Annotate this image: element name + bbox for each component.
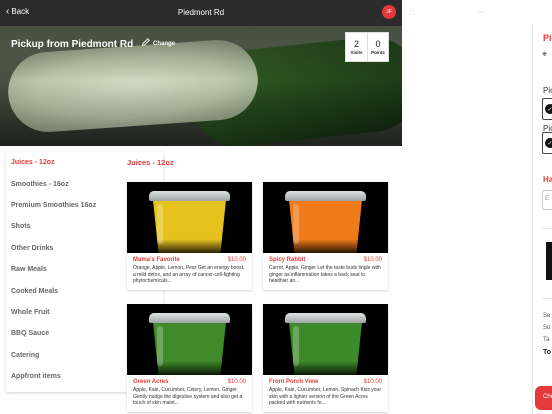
summary-line: Se — [543, 313, 551, 319]
product-image — [127, 182, 252, 253]
page-title: Piedmont Rd — [177, 8, 225, 17]
product-card[interactable]: Green Acres $10.00 Apple, Kale, Cucumber… — [127, 304, 252, 412]
summary-line: Su — [543, 325, 551, 331]
check-icon: ✓ — [545, 138, 552, 148]
avatar[interactable]: JF — [382, 5, 396, 19]
juice-cup — [153, 200, 226, 253]
visits-stat: 2 Visits — [346, 33, 367, 61]
product-price: $10.00 — [363, 257, 382, 263]
product-card[interactable]: Spicy Rabbit $10.00 Carrot, Apple, Ginge… — [263, 182, 388, 290]
section-label: Ha — [543, 175, 552, 184]
pickup-label: Pic — [543, 86, 552, 95]
points-value: 0 — [375, 39, 381, 49]
lock-icon: ⌂ — [408, 4, 416, 18]
location-pin-icon: ⌖ — [542, 49, 548, 59]
order-panel: Picku ⌖ Pic ✓ Pic ✓ Ha E Se Su Ta To — [533, 0, 552, 414]
product-description: Carrot, Apple, Ginger Let the taste buds… — [269, 265, 381, 284]
change-location-button[interactable]: Change — [141, 37, 175, 47]
product-price: $10.00 — [227, 379, 246, 385]
right-header: ⌂ – — [402, 0, 532, 26]
summary-total: To — [543, 349, 552, 356]
check-icon: ✓ — [545, 104, 552, 114]
pickup-title: Pickup from Piedmont Rd — [11, 39, 134, 50]
juice-cup — [289, 322, 362, 375]
minus-icon: – — [478, 4, 485, 18]
order-heading: Picku — [543, 33, 552, 43]
section-title: Juices - 12oz — [127, 158, 174, 167]
product-card[interactable]: Mama's Favorite $10.00 Orange, Apple, Le… — [127, 182, 252, 290]
product-name: Front Porch View — [269, 379, 319, 385]
product-price: $10.00 — [363, 379, 382, 385]
pencil-icon — [141, 38, 150, 47]
top-bar: ‹ Back Piedmont Rd JF — [0, 0, 402, 26]
product-description: Apple, Kale, Cucumber, Lemon, Spinach Ki… — [269, 387, 382, 406]
loyalty-stats: 2 Visits 0 Points — [345, 32, 389, 62]
product-image — [263, 182, 388, 253]
product-name: Green Acres — [133, 379, 169, 385]
product-name: Spicy Rabbit — [269, 257, 306, 263]
product-description: Orange, Apple, Lemon, Pear Get an energy… — [133, 265, 245, 284]
cart-item-image — [546, 242, 552, 280]
visits-value: 2 — [353, 39, 359, 49]
hero-banner: Pickup from Piedmont Rd Change 2 Visits … — [0, 26, 402, 146]
product-name: Mama's Favorite — [133, 257, 180, 263]
points-stat: 0 Points — [367, 33, 388, 61]
checkout-button[interactable]: Che — [535, 386, 552, 410]
juice-cup — [289, 200, 362, 253]
summary-line: Ta — [543, 337, 550, 343]
product-image — [263, 304, 388, 375]
product-image — [127, 304, 252, 375]
product-card[interactable]: Front Porch View $10.00 Apple, Kale, Cuc… — [263, 304, 388, 412]
change-label: Change — [153, 41, 176, 47]
points-label: Points — [371, 50, 385, 55]
visits-label: Visits — [350, 50, 363, 55]
product-description: Apple, Kale, Cucumber, Celery, Lemon, Gi… — [133, 387, 243, 406]
email-placeholder: E — [545, 196, 550, 202]
juice-cup — [153, 322, 226, 375]
product-price: $10.00 — [227, 257, 246, 263]
